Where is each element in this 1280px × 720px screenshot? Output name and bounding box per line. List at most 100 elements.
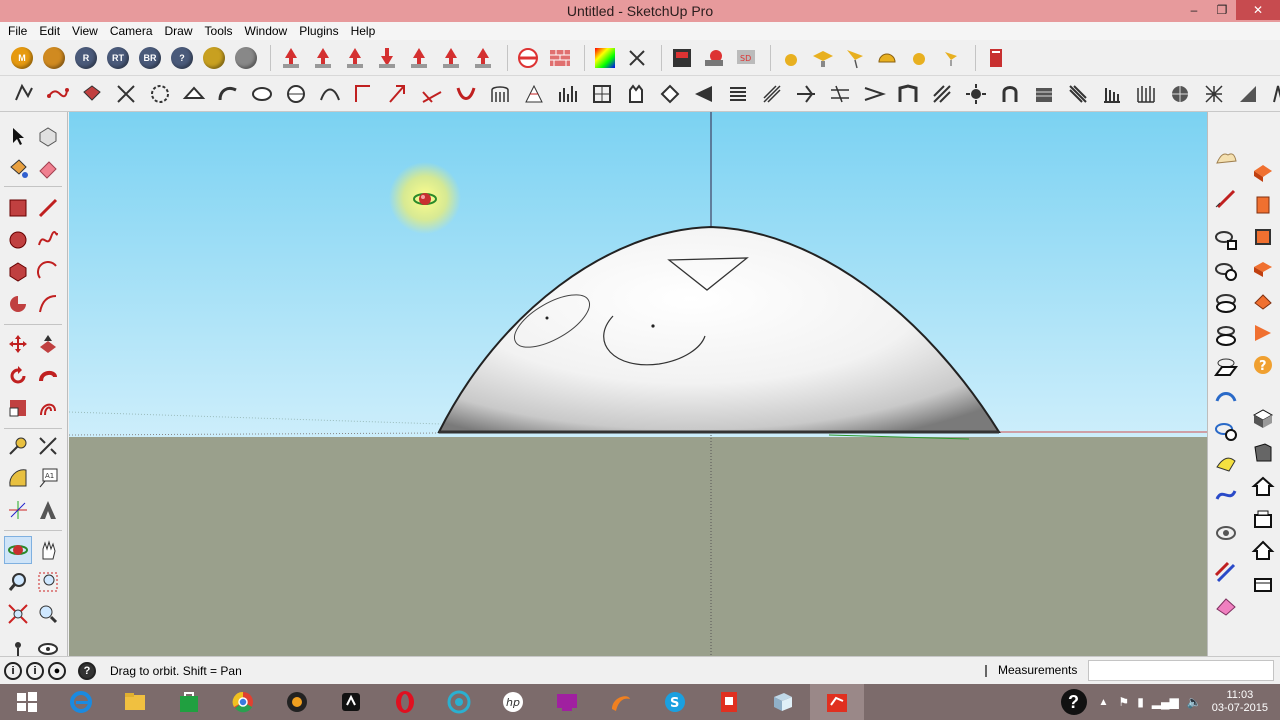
rotate-icon[interactable] <box>4 362 32 390</box>
toolbar-tool-icon[interactable] <box>622 80 650 108</box>
toolbar-tool-icon[interactable] <box>248 80 276 108</box>
pie-icon[interactable] <box>4 290 32 318</box>
zoom-extents-icon[interactable] <box>4 600 32 628</box>
toolbar-tool-icon[interactable] <box>282 80 310 108</box>
plane-icon[interactable] <box>1211 352 1241 382</box>
arc-icon[interactable] <box>34 258 62 286</box>
red-book-icon[interactable] <box>982 44 1010 72</box>
bezier-icon[interactable] <box>1211 480 1241 510</box>
user-account-icon[interactable]: ● <box>48 661 66 680</box>
push-pull-icon[interactable] <box>34 330 62 358</box>
toolbar-tool-icon[interactable] <box>486 80 514 108</box>
select-arrow-icon[interactable] <box>4 122 32 150</box>
pencil-line-icon[interactable] <box>34 194 62 222</box>
toolbar-tool-icon[interactable] <box>1064 80 1092 108</box>
flag-icon[interactable] <box>841 44 869 72</box>
push-pull-j-icon[interactable] <box>309 44 337 72</box>
extrude-ellipse-icon[interactable] <box>1211 288 1241 318</box>
help-orange-icon[interactable]: ? <box>1248 350 1278 380</box>
menu-plugins[interactable]: Plugins <box>295 24 346 38</box>
clock[interactable]: 11:03 03-07-2015 <box>1212 689 1268 715</box>
toolbar-tool-icon[interactable] <box>860 80 888 108</box>
plugin-ball-icon[interactable] <box>232 44 260 72</box>
box-front-icon[interactable] <box>1248 158 1278 188</box>
opera-icon[interactable] <box>378 684 432 720</box>
toolbar-tool-icon[interactable] <box>1030 80 1058 108</box>
polygon-icon[interactable] <box>4 258 32 286</box>
toolbar-tool-icon[interactable] <box>996 80 1024 108</box>
plugin-ball-icon[interactable] <box>200 44 228 72</box>
scale-icon[interactable] <box>4 394 32 422</box>
menu-draw[interactable]: Draw <box>161 24 201 38</box>
plugin-ball-icon[interactable] <box>40 44 68 72</box>
app-black-icon[interactable] <box>324 684 378 720</box>
plugin-ball-icon[interactable]: M <box>8 44 36 72</box>
toolbar-tool-icon[interactable] <box>962 80 990 108</box>
toolbar-tool-icon[interactable] <box>350 80 378 108</box>
app-orange-icon[interactable] <box>594 684 648 720</box>
toolbar-tool-icon[interactable] <box>418 80 446 108</box>
plugin-ball-icon[interactable]: BR <box>136 44 164 72</box>
follow-me-icon[interactable] <box>34 362 62 390</box>
toolbar-tool-icon[interactable] <box>1166 80 1194 108</box>
red-zero-icon[interactable] <box>700 44 728 72</box>
menu-window[interactable]: Window <box>241 24 296 38</box>
close-button[interactable]: ✕ <box>1236 0 1280 20</box>
push-pull-f-icon[interactable] <box>469 44 497 72</box>
tray-expand-icon[interactable]: ▲ <box>1099 697 1109 708</box>
toolbar-tool-icon[interactable] <box>1200 80 1228 108</box>
left-view-icon[interactable] <box>1248 568 1278 598</box>
push-pull-r-icon[interactable] <box>341 44 369 72</box>
toolbar-tool-icon[interactable] <box>316 80 344 108</box>
extrude-circle-icon[interactable] <box>1211 256 1241 286</box>
cross-tools-icon[interactable] <box>623 44 651 72</box>
axes-icon[interactable] <box>4 496 32 524</box>
move-icon[interactable] <box>4 330 32 358</box>
plugin-ball-icon[interactable]: R <box>72 44 100 72</box>
minimize-button[interactable]: ‒ <box>1180 0 1208 20</box>
toolbar-tool-icon[interactable] <box>588 80 616 108</box>
toolbar-tool-icon[interactable] <box>214 80 242 108</box>
two-point-arc-icon[interactable] <box>34 290 62 318</box>
menu-edit[interactable]: Edit <box>35 24 68 38</box>
start-windows-icon[interactable] <box>0 684 54 720</box>
network-icon[interactable]: ▂▄▆ <box>1152 695 1179 709</box>
app-red-doc-icon[interactable] <box>702 684 756 720</box>
push-pull-x-icon[interactable] <box>437 44 465 72</box>
toolbar-tool-icon[interactable] <box>78 80 106 108</box>
skin-yellow-icon[interactable] <box>1211 448 1241 478</box>
circle-icon[interactable] <box>4 226 32 254</box>
freehand-icon[interactable] <box>34 226 62 254</box>
store-icon[interactable] <box>162 684 216 720</box>
skype-icon[interactable]: S <box>648 684 702 720</box>
push-pull-v-icon[interactable] <box>373 44 401 72</box>
toolbar-tool-icon[interactable] <box>10 80 38 108</box>
toolbar-tool-icon[interactable] <box>826 80 854 108</box>
toolbar-tool-icon[interactable] <box>452 80 480 108</box>
credits-icon[interactable]: i <box>26 661 44 680</box>
pan-hand-icon[interactable] <box>34 536 62 564</box>
sandbox-from-contours-icon[interactable] <box>1211 144 1241 174</box>
menu-view[interactable]: View <box>68 24 106 38</box>
volume-icon[interactable]: 🔈 <box>1187 695 1202 709</box>
toolbar-tool-icon[interactable] <box>894 80 922 108</box>
orbit-icon[interactable] <box>4 536 32 564</box>
action-center-icon[interactable]: ⚑ <box>1118 695 1129 709</box>
toolbar-tool-icon[interactable] <box>1268 80 1280 108</box>
box-back-icon[interactable] <box>1248 286 1278 316</box>
toolbar-tool-icon[interactable] <box>520 80 548 108</box>
app-cube-icon[interactable] <box>756 684 810 720</box>
instructor-help-icon[interactable]: ? <box>78 661 96 680</box>
color-palette-icon[interactable] <box>591 44 619 72</box>
media-player-icon[interactable] <box>270 684 324 720</box>
toolbar-tool-icon[interactable] <box>44 80 72 108</box>
grad-cap-icon[interactable] <box>809 44 837 72</box>
push-pull-red-icon[interactable] <box>277 44 305 72</box>
toolbar-tool-icon[interactable] <box>112 80 140 108</box>
toolbar-tool-icon[interactable] <box>758 80 786 108</box>
sweep-blue-icon[interactable] <box>1211 384 1241 414</box>
menu-help[interactable]: Help <box>347 24 384 38</box>
plugin-ball-icon[interactable]: ? <box>168 44 196 72</box>
dome-yellow-icon[interactable] <box>873 44 901 72</box>
toolbar-tool-icon[interactable] <box>792 80 820 108</box>
